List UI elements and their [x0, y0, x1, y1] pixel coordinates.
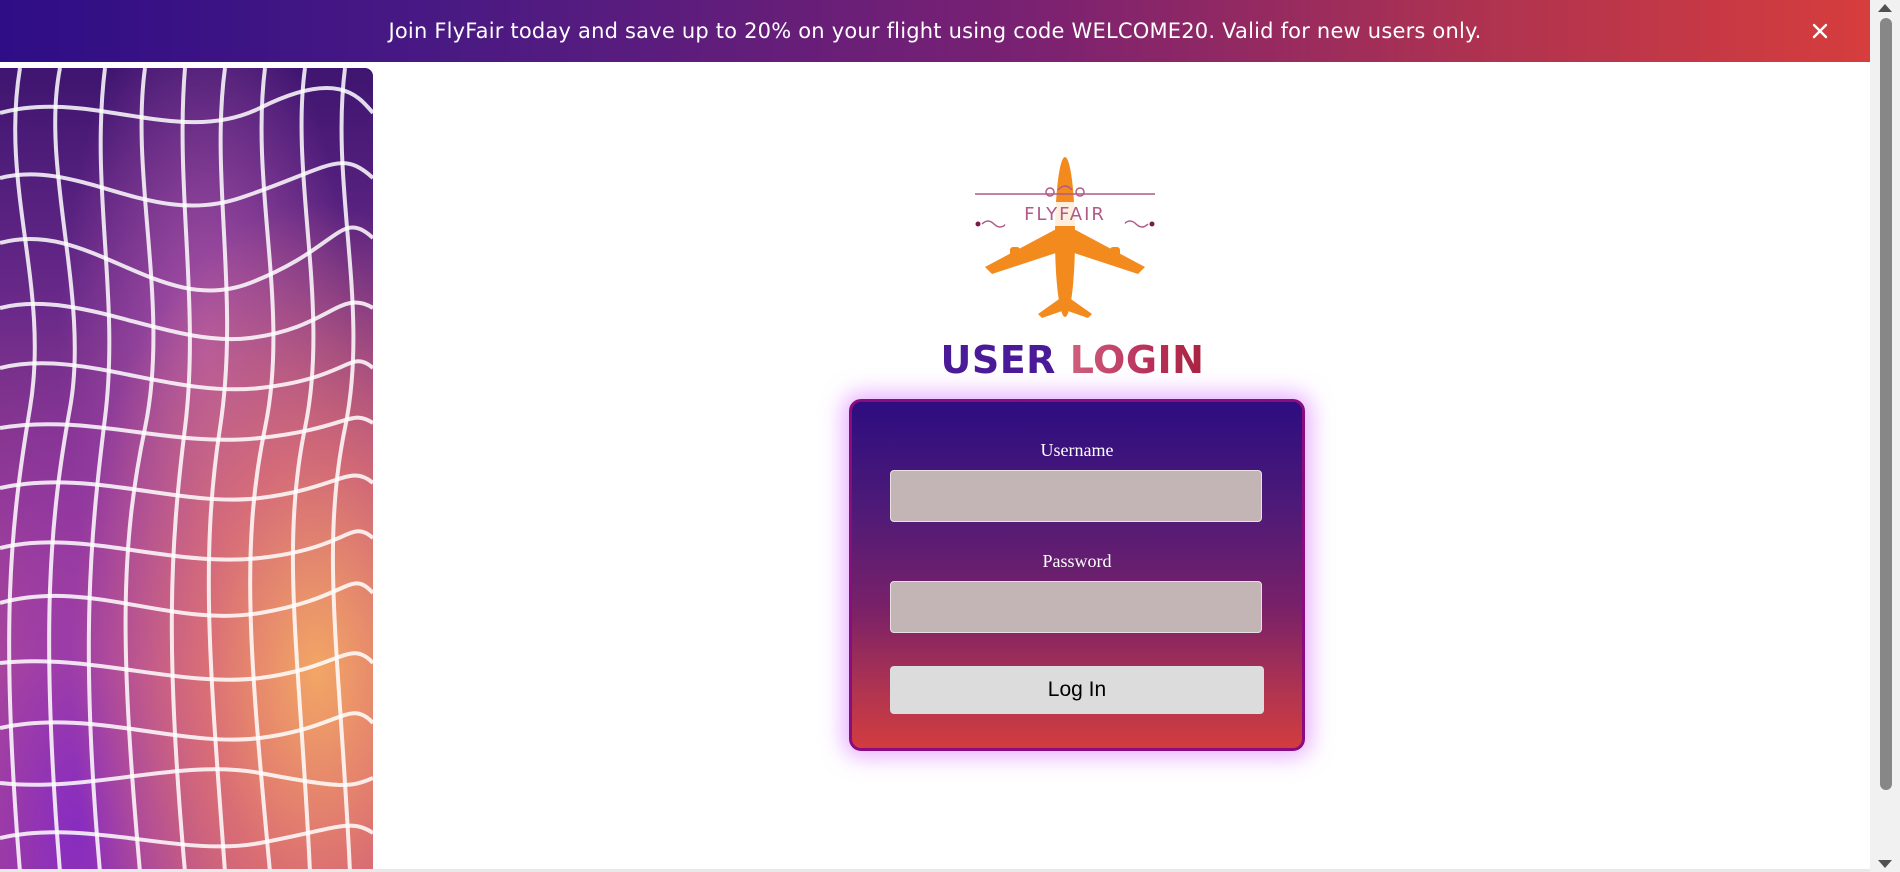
login-button[interactable]: Log In: [890, 666, 1264, 714]
scroll-down-icon[interactable]: [1878, 860, 1892, 868]
page-title-part1: USER: [940, 338, 1056, 382]
page-title-part2: LOGIN: [1069, 338, 1205, 382]
login-form: Username Password Log In: [849, 399, 1305, 751]
password-label: Password: [1042, 551, 1112, 571]
scrollbar-thumb[interactable]: [1880, 18, 1892, 790]
username-field[interactable]: [890, 470, 1262, 522]
page-title: USER LOGIN: [373, 338, 1772, 382]
main-content: FLYFAIR USER LOGIN Username Password Log…: [373, 68, 1870, 872]
close-icon[interactable]: [1806, 17, 1834, 45]
decorative-art-panel: [0, 68, 373, 872]
airplane-logo-icon: FLYFAIR: [970, 142, 1160, 322]
username-label: Username: [1040, 440, 1114, 460]
logo-text: FLYFAIR: [1024, 204, 1106, 225]
password-field[interactable]: [890, 581, 1262, 633]
vertical-scrollbar[interactable]: [1870, 0, 1900, 872]
page: Join FlyFair today and save up to 20% on…: [0, 0, 1900, 872]
promo-banner-text: Join FlyFair today and save up to 20% on…: [388, 19, 1482, 43]
wave-grid-pattern: [0, 68, 373, 872]
scroll-up-icon[interactable]: [1878, 4, 1892, 12]
promo-banner: Join FlyFair today and save up to 20% on…: [0, 0, 1870, 62]
